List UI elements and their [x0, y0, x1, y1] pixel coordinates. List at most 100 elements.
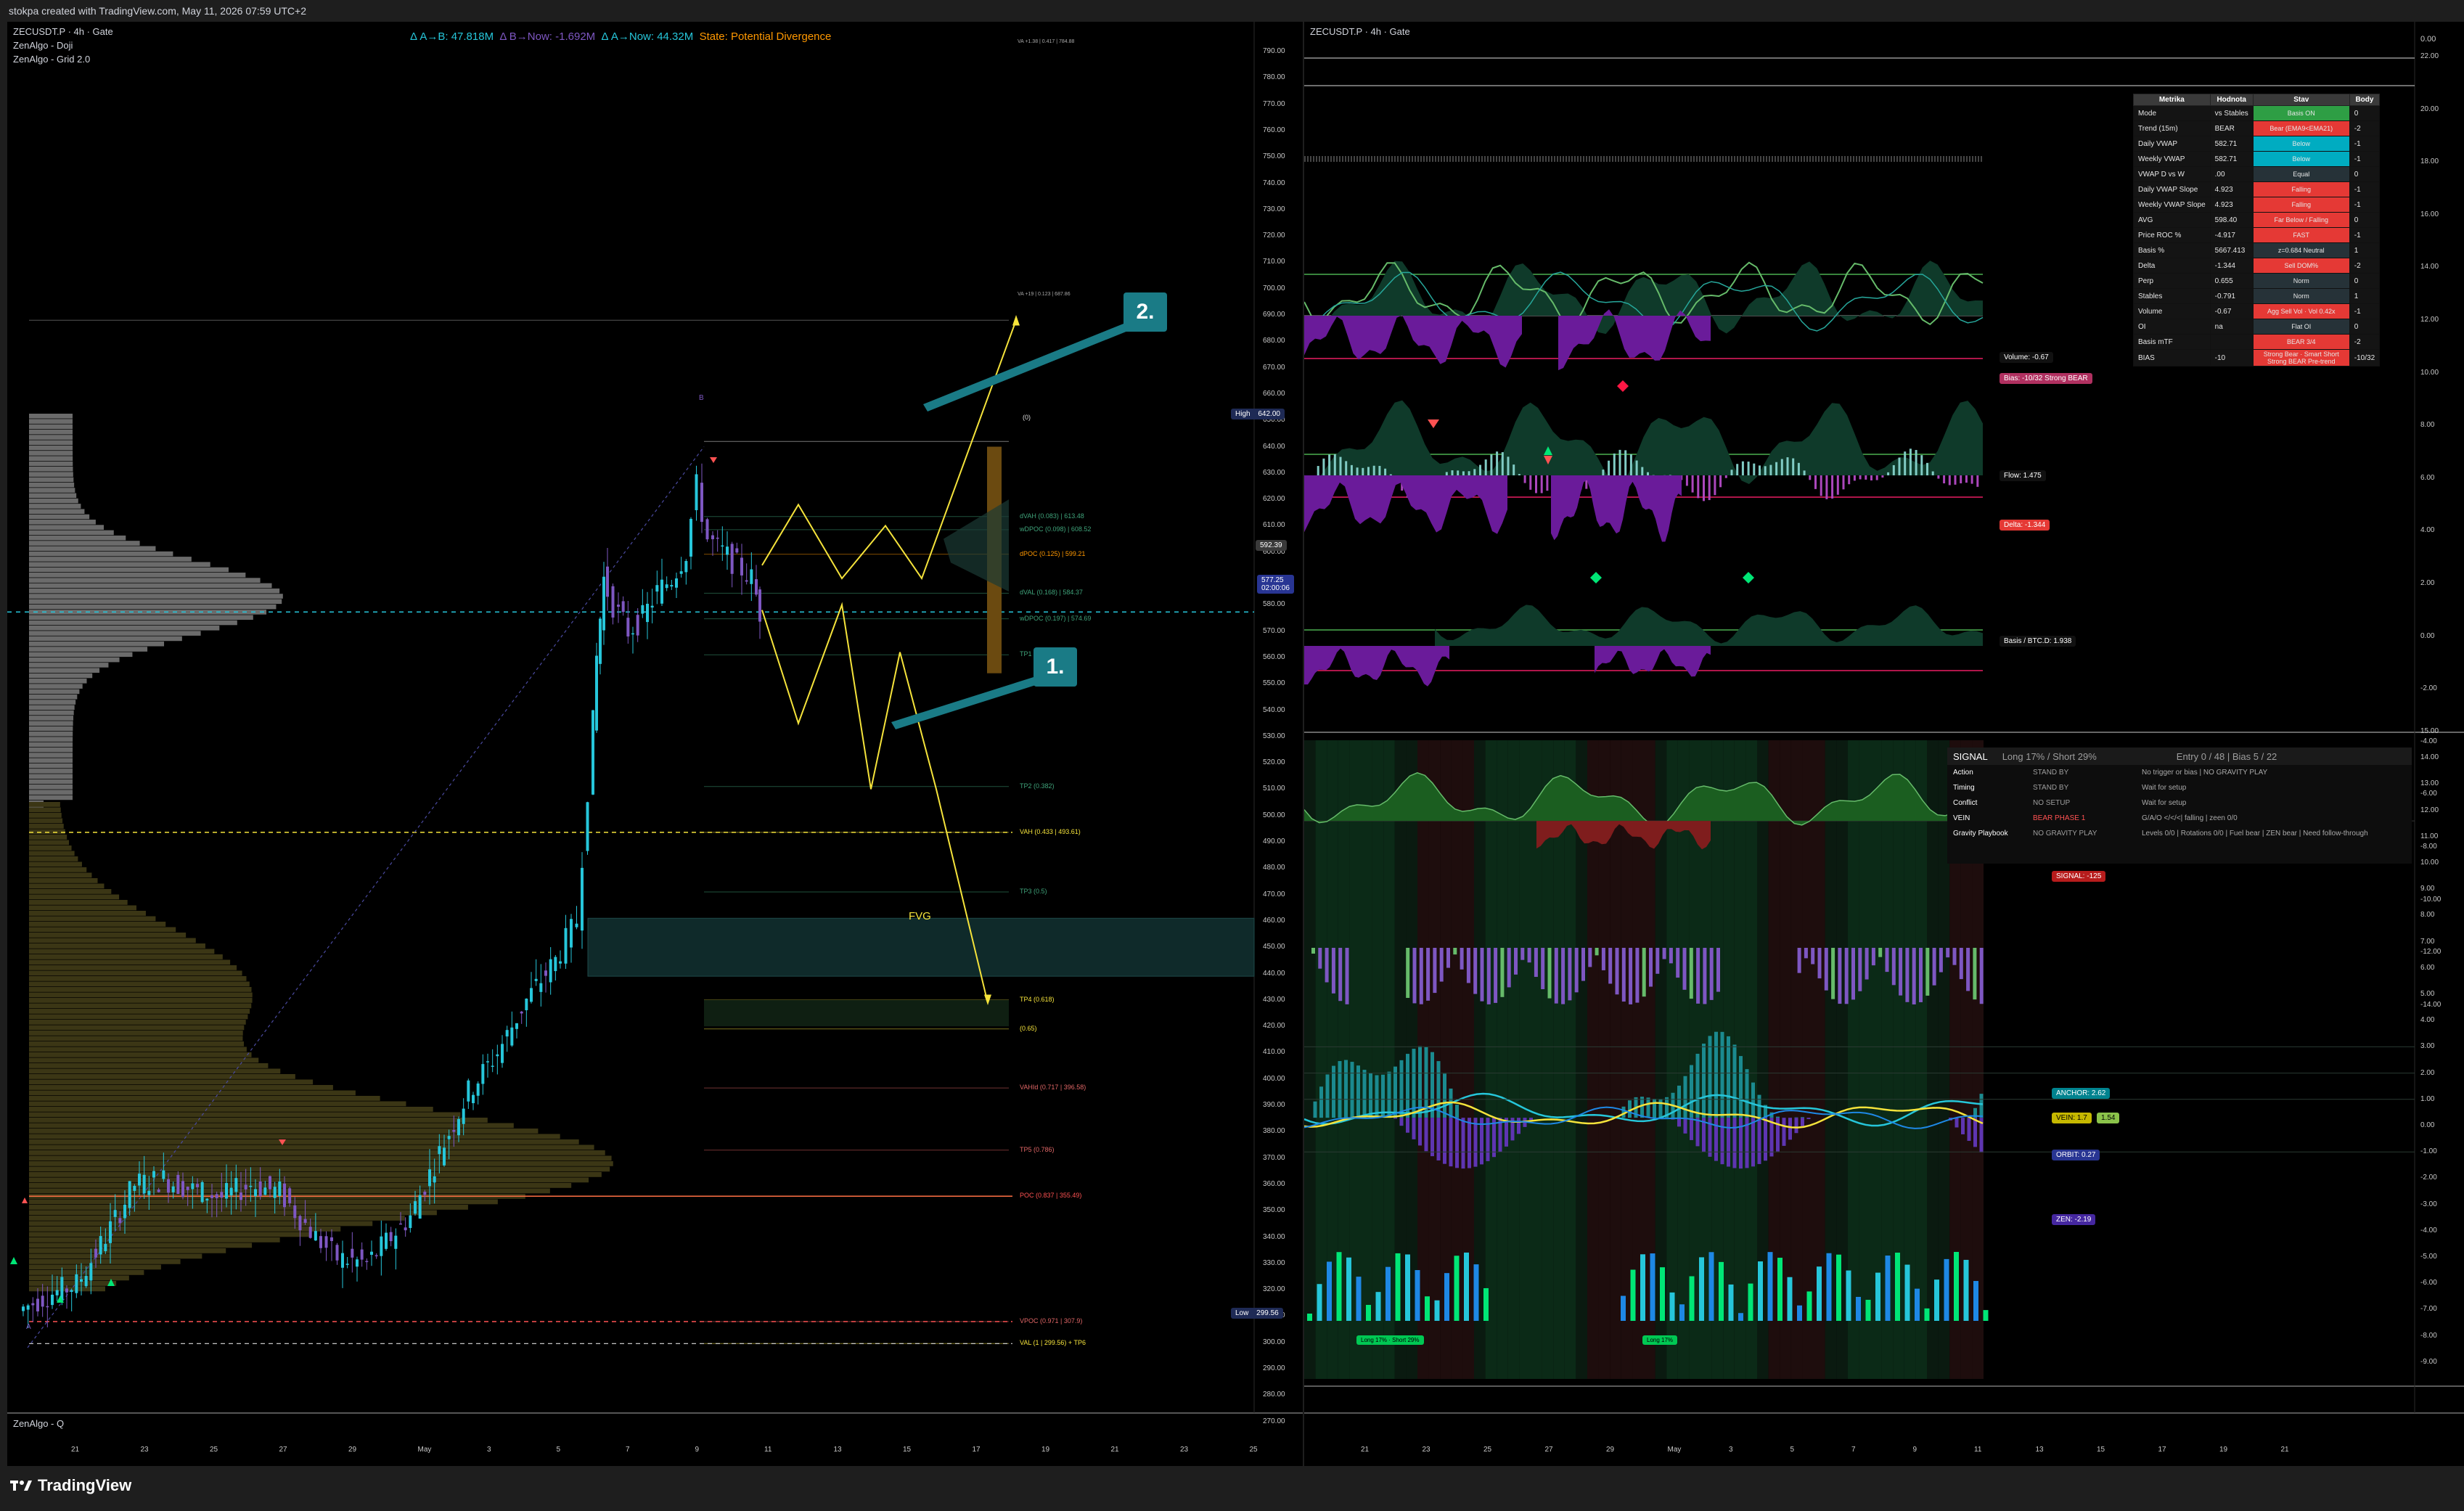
fuel-bar [1679, 1304, 1685, 1321]
volume-profile-bar [29, 525, 105, 530]
volume-profile-bar [29, 802, 60, 807]
signal-row: Gravity Playbook NO GRAVITY PLAY Levels 0/… [1947, 826, 2412, 841]
volume-profile-bar [29, 894, 120, 900]
candle-body [711, 535, 714, 539]
gravity-bar [1703, 948, 1707, 1004]
regime-band [1519, 740, 1531, 1379]
flow-bar [1724, 475, 1727, 478]
candle-body [418, 1195, 422, 1219]
indicator-time-tick: May [1667, 1446, 1682, 1454]
gravity-bar [1824, 948, 1828, 991]
volume-profile-bar [29, 1085, 333, 1090]
gravity-bar [1655, 948, 1660, 974]
candle-body [263, 1187, 267, 1195]
flow-bar [1859, 475, 1862, 480]
chart-symbol-title[interactable]: ZECUSDT.P · 4h · Gate [13, 26, 113, 37]
orbit-bar [1714, 1031, 1718, 1118]
candle-body [486, 1061, 489, 1062]
candle-body [476, 1083, 480, 1096]
candle-body [586, 802, 589, 851]
flow-bar [1741, 461, 1744, 475]
price-axis-tick: 480.00 [1263, 864, 1285, 872]
candle-body [670, 585, 674, 587]
candle-body [196, 1184, 199, 1187]
flow-bar [1865, 475, 1867, 480]
zen-bar [1769, 1118, 1774, 1157]
orbit-bar [1344, 1060, 1348, 1118]
gravity-bar [1959, 948, 1963, 980]
candle-body [335, 1245, 339, 1261]
flow-bar [1647, 472, 1649, 475]
indicator-axis-tick: -6.00 [2420, 790, 2437, 798]
callout-1[interactable]: 1. [1034, 647, 1077, 687]
signal-row-detail: No trigger or bias | NO GRAVITY PLAY [2142, 769, 2268, 777]
signal-row-key: Gravity Playbook [1953, 830, 2008, 838]
candle-body [595, 655, 598, 731]
gravity-bar [1588, 948, 1592, 967]
indicator-pane[interactable]: ZECUSDT.P · 4h · Gate 22.00 20.00 18.00 16.… [1304, 22, 2464, 1466]
delta-tag: Delta: -1.344 [2000, 520, 2050, 531]
volume-profile-bar [29, 578, 261, 583]
metric-value: 582.71 [2209, 136, 2254, 152]
metric-points: -1 [2349, 303, 2381, 319]
fuel-bar [1395, 1253, 1401, 1321]
candle-body [447, 1136, 451, 1139]
indicator-time-tick: 13 [2035, 1446, 2044, 1454]
gravity-bar [1433, 948, 1437, 994]
volume-profile-bar [29, 987, 252, 992]
point-b-label: B [699, 394, 704, 402]
indicator-grid[interactable]: ZenAlgo - Grid 2.0 [13, 54, 90, 65]
flow-bar [1513, 464, 1515, 475]
callout-2[interactable]: 2. [1123, 292, 1167, 332]
indicator-time-tick: 21 [1361, 1446, 1370, 1454]
candle-body [319, 1236, 322, 1248]
metric-state: Norm [2252, 288, 2350, 304]
gravity-bar [1844, 948, 1849, 1004]
indicator-axis-tick: 2.00 [2420, 579, 2435, 587]
sub-pane-title[interactable]: ZenAlgo - Q [13, 1418, 64, 1429]
volume-profile-bar [29, 1134, 560, 1139]
indicator-axis-tick: -8.00 [2420, 1331, 2437, 1340]
price-axis-tick: 620.00 [1263, 495, 1285, 504]
tradingview-logo[interactable]: TradingView [10, 1476, 131, 1495]
regime-band [1677, 740, 1690, 1379]
indicator-axis-tick: 0.00 [2420, 1121, 2435, 1129]
candle-body [113, 1210, 117, 1217]
main-chart-pane[interactable]: ZECUSDT.P · 4h · Gate ZenAlgo - Doji Zen… [7, 22, 1303, 1466]
volume-profile-bar [29, 520, 96, 525]
gravity-bar [1338, 948, 1343, 1002]
candle-body [530, 988, 533, 1002]
indicator-symbol-title[interactable]: ZECUSDT.P · 4h · Gate [1310, 26, 1410, 37]
flow-bar [1451, 470, 1454, 475]
volume-profile-bar [29, 1003, 252, 1009]
candle-body [750, 569, 753, 584]
volume-profile-bar [29, 626, 220, 631]
level-label: (0.65) [1020, 1024, 1037, 1032]
price-axis-tick: 460.00 [1263, 916, 1285, 925]
long-ratio-tag: Long 17% · Short 29% [1356, 1335, 1424, 1345]
metric-value: 598.40 [2209, 212, 2254, 228]
candle-body [602, 576, 605, 631]
volume-profile-bar [29, 1242, 253, 1248]
candle-body [452, 1130, 456, 1132]
level-label: VAL (1 | 299.56) + TP6 [1020, 1339, 1086, 1347]
level-label: VAH (0.433 | 493.61) [1020, 827, 1081, 835]
volume-profile-bar [29, 567, 229, 573]
zen-bar [1720, 1118, 1724, 1165]
volume-profile-bar [29, 1210, 437, 1216]
metrics-row: Delta -1.344 Sell DOM% -2 [2133, 258, 2381, 274]
volume-profile-bar [29, 742, 73, 748]
fuel-bar [1846, 1270, 1851, 1321]
volume-profile-bar [29, 813, 62, 818]
candle-body [298, 1216, 302, 1231]
candle-body [356, 1259, 359, 1267]
fuel-bar [1327, 1261, 1332, 1321]
flow-bar [1719, 475, 1722, 488]
indicator-axis-tick: -9.00 [2420, 1357, 2437, 1366]
price-chart-svg[interactable] [7, 22, 1303, 1466]
gravity-bar [1851, 948, 1855, 1000]
fuel-bar [1346, 1257, 1351, 1321]
indicator-doji[interactable]: ZenAlgo - Doji [13, 40, 73, 51]
level-label: VAHId (0.717 | 396.58) [1020, 1084, 1086, 1092]
flow-bar [1875, 475, 1878, 480]
